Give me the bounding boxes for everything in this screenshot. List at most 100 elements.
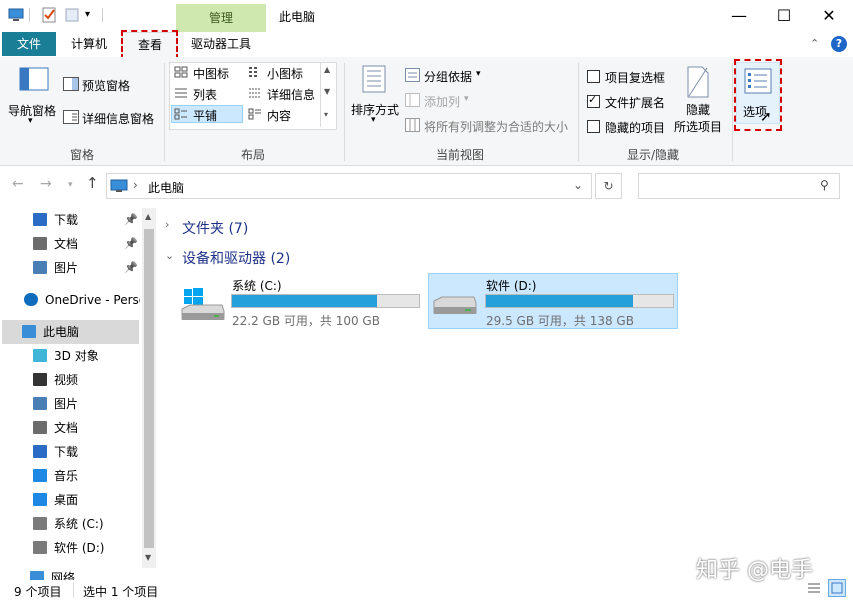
search-input[interactable]: [641, 176, 815, 196]
new-folder-icon[interactable]: [64, 7, 80, 23]
nav-item-10[interactable]: 音乐: [0, 464, 140, 488]
nav-item-label: 视频: [54, 373, 79, 387]
item-count: 9 个项目: [14, 585, 62, 599]
item-checkboxes-label: 项目复选框: [605, 71, 666, 85]
hide-selected-label-2: 所选项目: [674, 120, 723, 134]
nav-item-4[interactable]: 此电脑: [2, 320, 139, 344]
nav-item-11[interactable]: 桌面: [0, 488, 140, 512]
recent-locations-icon[interactable]: ▾: [68, 180, 73, 190]
drive-usage-bar: [485, 294, 674, 308]
nav-pane-button[interactable]: 导航窗格 ▾: [4, 61, 59, 133]
chevron-down-icon[interactable]: ⌄: [165, 249, 174, 262]
details-pane-button[interactable]: 详细信息窗格: [63, 108, 159, 126]
search-box[interactable]: ⚲: [638, 173, 840, 199]
file-extensions-checkbox[interactable]: [587, 93, 600, 108]
pin-icon[interactable]: 📌: [124, 232, 138, 256]
highlight-view-tab: [121, 30, 178, 60]
nav-item-label: 文档: [54, 421, 79, 435]
size-columns-button[interactable]: 将所有列调整为合适的大小: [405, 116, 573, 134]
nav-item-3[interactable]: OneDrive - Perso: [0, 288, 140, 312]
nav-item-label: 桌面: [54, 493, 79, 507]
scroll-up-icon[interactable]: ▲: [324, 65, 330, 74]
customize-qa-icon[interactable]: ▾: [85, 9, 101, 25]
sort-by-button[interactable]: 排序方式 ▾: [349, 61, 401, 133]
refresh-button[interactable]: ↻: [595, 173, 622, 199]
drive-space-info: 22.2 GB 可用，共 100 GB: [232, 314, 380, 328]
nav-item-7[interactable]: 图片: [0, 392, 140, 416]
hidden-items-toggle[interactable]: 隐藏的项目: [585, 117, 675, 135]
hide-selected-button[interactable]: 隐藏 所选项目: [672, 61, 726, 137]
close-button[interactable]: ✕: [806, 0, 852, 32]
maximize-button[interactable]: ☐: [761, 0, 807, 32]
download-icon: [33, 213, 47, 226]
tab-file[interactable]: 文件: [2, 32, 56, 56]
forward-arrow-icon[interactable]: →: [40, 176, 52, 192]
layout-tiles[interactable]: 平铺: [171, 105, 243, 123]
layout-small-icons[interactable]: 小图标: [246, 64, 318, 81]
nav-item-1[interactable]: 文档 📌: [0, 232, 140, 256]
nav-item-9[interactable]: 下载: [0, 440, 140, 464]
3d-objects-icon: [33, 349, 47, 362]
nav-item-0[interactable]: 下载 📌: [0, 208, 140, 232]
large-icons-view-icon[interactable]: [828, 579, 846, 597]
address-bar[interactable]: › 此电脑 ⌄: [106, 173, 592, 199]
hidden-items-checkbox[interactable]: [587, 120, 600, 133]
hidden-items-label: 隐藏的项目: [605, 121, 666, 135]
small-icons-label: 小图标: [267, 67, 304, 81]
drive-usage-fill: [232, 295, 378, 307]
preview-pane-button[interactable]: 预览窗格: [63, 75, 155, 93]
breadcrumb-location[interactable]: 此电脑: [148, 179, 184, 196]
help-icon[interactable]: ?: [831, 36, 847, 52]
layout-medium-icons[interactable]: 中图标: [172, 64, 244, 81]
group-by-button[interactable]: 分组依据 ▾: [405, 66, 495, 84]
address-dropdown-icon[interactable]: ⌄: [573, 178, 583, 192]
panes-group-label: 窗格: [70, 148, 95, 162]
properties-icon[interactable]: [41, 7, 57, 23]
layout-gallery-scroll[interactable]: ▲ ▼ ▾: [320, 63, 335, 127]
nav-item-13[interactable]: 软件 (D:): [0, 536, 140, 560]
scroll-up-icon[interactable]: ▲: [145, 212, 151, 221]
tiles-label: 平铺: [193, 109, 218, 123]
nav-pane-icon: [19, 67, 49, 94]
drive-c-icon: [180, 287, 226, 326]
item-checkboxes-checkbox[interactable]: [587, 70, 600, 83]
nav-item-label: 系统 (C:): [54, 517, 104, 531]
drive-tile-c[interactable]: 系统 (C:) 22.2 GB 可用，共 100 GB: [176, 273, 424, 329]
scroll-down-icon[interactable]: ▼: [324, 87, 330, 96]
nav-item-14[interactable]: 网络: [0, 566, 140, 580]
tab-computer[interactable]: 计算机: [62, 32, 116, 56]
pin-icon[interactable]: 📌: [124, 208, 138, 232]
nav-item-label: 软件 (D:): [54, 541, 105, 555]
drive-tile-d[interactable]: 软件 (D:) 29.5 GB 可用，共 138 GB: [428, 273, 678, 329]
tab-drive-tools[interactable]: 驱动器工具: [178, 32, 264, 56]
group-by-icon: [405, 68, 420, 85]
nav-item-12[interactable]: 系统 (C:): [0, 512, 140, 536]
pin-icon[interactable]: 📌: [124, 256, 138, 280]
nav-item-2[interactable]: 图片 📌: [0, 256, 140, 280]
layout-list[interactable]: 列表: [172, 85, 244, 102]
nav-item-8[interactable]: 文档: [0, 416, 140, 440]
up-arrow-icon[interactable]: ↑: [86, 174, 99, 192]
chevron-down-icon: ▾: [371, 115, 376, 125]
nav-item-5[interactable]: 3D 对象: [0, 344, 140, 368]
nav-item-6[interactable]: 视频: [0, 368, 140, 392]
nav-scroll-thumb[interactable]: [144, 229, 154, 548]
size-columns-label: 将所有列调整为合适的大小: [424, 120, 569, 134]
item-checkboxes-toggle[interactable]: 项目复选框: [585, 67, 675, 85]
gallery-more-icon[interactable]: ▾: [324, 110, 328, 119]
scroll-down-icon[interactable]: ▼: [145, 553, 151, 562]
add-columns-button[interactable]: 添加列 ▾: [405, 91, 495, 109]
layout-details[interactable]: 详细信息: [246, 85, 318, 102]
add-columns-icon: [405, 93, 420, 110]
file-extensions-toggle[interactable]: 文件扩展名: [585, 92, 675, 110]
minimize-button[interactable]: —: [716, 0, 762, 32]
back-arrow-icon[interactable]: ←: [12, 176, 24, 192]
tab-manage[interactable]: 管理: [176, 4, 266, 32]
window-title: 此电脑: [279, 10, 316, 24]
chevron-right-icon[interactable]: ›: [165, 218, 169, 231]
collapse-ribbon-icon[interactable]: ⌃: [810, 37, 819, 50]
layout-content[interactable]: 内容: [246, 106, 318, 123]
watermark: 知乎 @电手: [696, 558, 813, 583]
current-view-group-label: 当前视图: [436, 148, 485, 162]
size-columns-icon: [405, 118, 420, 135]
